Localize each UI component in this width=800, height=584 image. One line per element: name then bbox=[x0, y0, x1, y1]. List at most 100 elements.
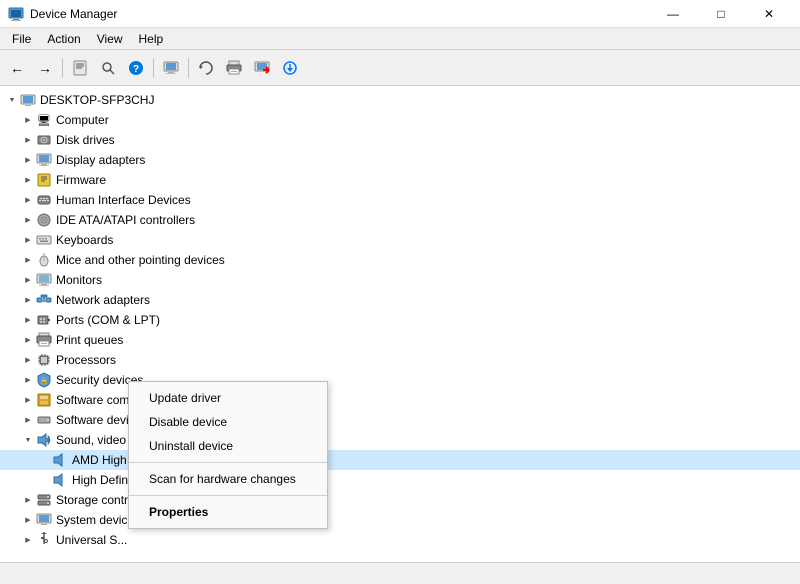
root-expander[interactable] bbox=[4, 92, 20, 108]
context-scan-hardware[interactable]: Scan for hardware changes bbox=[129, 467, 327, 491]
root-icon bbox=[20, 92, 36, 108]
storage2-expander[interactable] bbox=[20, 412, 36, 428]
tree-item-ide[interactable]: IDE ATA/ATAPI controllers bbox=[0, 210, 800, 230]
tree-root[interactable]: DESKTOP-SFP3CHJ bbox=[0, 90, 800, 110]
computer-icon bbox=[36, 112, 52, 128]
help-button[interactable]: ? bbox=[123, 55, 149, 81]
tree-item-processors[interactable]: Processors bbox=[0, 350, 800, 370]
sound-expander[interactable] bbox=[20, 432, 36, 448]
tree-item-usb[interactable]: Universal S... bbox=[0, 530, 800, 550]
title-bar: Device Manager — □ ✕ bbox=[0, 0, 800, 28]
device-tree[interactable]: DESKTOP-SFP3CHJ Computer Disk drives bbox=[0, 86, 800, 562]
svg-text:🔒: 🔒 bbox=[40, 377, 49, 385]
tree-item-amd-audio[interactable]: AMD High Definition Audio Device bbox=[0, 450, 800, 470]
tree-item-keyboards[interactable]: Keyboards bbox=[0, 230, 800, 250]
processors-expander[interactable] bbox=[20, 352, 36, 368]
menu-help[interactable]: Help bbox=[131, 30, 172, 48]
ports-expander[interactable] bbox=[20, 312, 36, 328]
firmware-expander[interactable] bbox=[20, 172, 36, 188]
network-expander[interactable] bbox=[20, 292, 36, 308]
refresh-button[interactable] bbox=[193, 55, 219, 81]
context-disable-device[interactable]: Disable device bbox=[129, 410, 327, 434]
sound-icon bbox=[36, 432, 52, 448]
tree-item-system[interactable]: System devices bbox=[0, 510, 800, 530]
menu-action[interactable]: Action bbox=[39, 30, 88, 48]
tree-item-software[interactable]: Software components bbox=[0, 390, 800, 410]
context-properties[interactable]: Properties bbox=[129, 500, 327, 524]
tree-item-ports[interactable]: Ports (COM & LPT) bbox=[0, 310, 800, 330]
processors-icon bbox=[36, 352, 52, 368]
print-expander[interactable] bbox=[20, 332, 36, 348]
system-expander[interactable] bbox=[20, 512, 36, 528]
context-sep-1 bbox=[129, 462, 327, 463]
tree-item-security[interactable]: 🔒 Security devices bbox=[0, 370, 800, 390]
storage-icon bbox=[36, 492, 52, 508]
monitors-label: Monitors bbox=[56, 273, 102, 287]
hid-expander[interactable] bbox=[20, 192, 36, 208]
back-button[interactable]: ← bbox=[4, 55, 30, 81]
tree-item-network[interactable]: Network adapters bbox=[0, 290, 800, 310]
computer-button[interactable] bbox=[158, 55, 184, 81]
computer-label: Computer bbox=[56, 113, 109, 127]
forward-button[interactable]: → bbox=[32, 55, 58, 81]
tree-item-print[interactable]: Print queues bbox=[0, 330, 800, 350]
usb-expander[interactable] bbox=[20, 532, 36, 548]
status-bar bbox=[0, 562, 800, 584]
remove-button[interactable] bbox=[249, 55, 275, 81]
ide-label: IDE ATA/ATAPI controllers bbox=[56, 213, 195, 227]
highdef-icon bbox=[52, 472, 68, 488]
update-button[interactable] bbox=[277, 55, 303, 81]
tree-item-mice[interactable]: Mice and other pointing devices bbox=[0, 250, 800, 270]
hid-icon bbox=[36, 192, 52, 208]
software-expander[interactable] bbox=[20, 392, 36, 408]
disk-label: Disk drives bbox=[56, 133, 115, 147]
tree-item-high-def[interactable]: High Definition Audio Device bbox=[0, 470, 800, 490]
close-button[interactable]: ✕ bbox=[746, 0, 792, 28]
minimize-button[interactable]: — bbox=[650, 0, 696, 28]
keyboards-expander[interactable] bbox=[20, 232, 36, 248]
monitors-expander[interactable] bbox=[20, 272, 36, 288]
context-uninstall-device[interactable]: Uninstall device bbox=[129, 434, 327, 458]
usb-label: Universal S... bbox=[56, 533, 127, 547]
security-expander[interactable] bbox=[20, 372, 36, 388]
tree-item-computer[interactable]: Computer bbox=[0, 110, 800, 130]
toolbar-separator-2 bbox=[153, 58, 154, 78]
context-update-driver[interactable]: Update driver bbox=[129, 386, 327, 410]
tree-item-hid[interactable]: Human Interface Devices bbox=[0, 190, 800, 210]
disk-expander[interactable] bbox=[20, 132, 36, 148]
properties-button[interactable] bbox=[67, 55, 93, 81]
ports-icon bbox=[36, 312, 52, 328]
tree-item-sound[interactable]: Sound, video and game controllers bbox=[0, 430, 800, 450]
tree-item-storage2[interactable]: Software devices bbox=[0, 410, 800, 430]
computer-expander[interactable] bbox=[20, 112, 36, 128]
keyboards-icon bbox=[36, 232, 52, 248]
toolbar: ← → ? bbox=[0, 50, 800, 86]
ide-icon bbox=[36, 212, 52, 228]
ide-expander[interactable] bbox=[20, 212, 36, 228]
tree-item-disk[interactable]: Disk drives bbox=[0, 130, 800, 150]
print-label: Print queues bbox=[56, 333, 123, 347]
storage-expander[interactable] bbox=[20, 492, 36, 508]
maximize-button[interactable]: □ bbox=[698, 0, 744, 28]
menu-bar: File Action View Help bbox=[0, 28, 800, 50]
system-icon bbox=[36, 512, 52, 528]
print-button[interactable] bbox=[221, 55, 247, 81]
toolbar-separator-3 bbox=[188, 58, 189, 78]
firmware-icon bbox=[36, 172, 52, 188]
display-expander[interactable] bbox=[20, 152, 36, 168]
software-icon bbox=[36, 392, 52, 408]
keyboards-label: Keyboards bbox=[56, 233, 113, 247]
network-icon bbox=[36, 292, 52, 308]
scan-button[interactable] bbox=[95, 55, 121, 81]
tree-item-firmware[interactable]: Firmware bbox=[0, 170, 800, 190]
mice-expander[interactable] bbox=[20, 252, 36, 268]
monitors-icon bbox=[36, 272, 52, 288]
tree-item-monitors[interactable]: Monitors bbox=[0, 270, 800, 290]
menu-file[interactable]: File bbox=[4, 30, 39, 48]
tree-item-storage[interactable]: Storage controllers bbox=[0, 490, 800, 510]
main-content: DESKTOP-SFP3CHJ Computer Disk drives bbox=[0, 86, 800, 562]
tree-item-display[interactable]: Display adapters bbox=[0, 150, 800, 170]
menu-view[interactable]: View bbox=[89, 30, 131, 48]
root-label: DESKTOP-SFP3CHJ bbox=[40, 93, 154, 107]
disk-icon bbox=[36, 132, 52, 148]
